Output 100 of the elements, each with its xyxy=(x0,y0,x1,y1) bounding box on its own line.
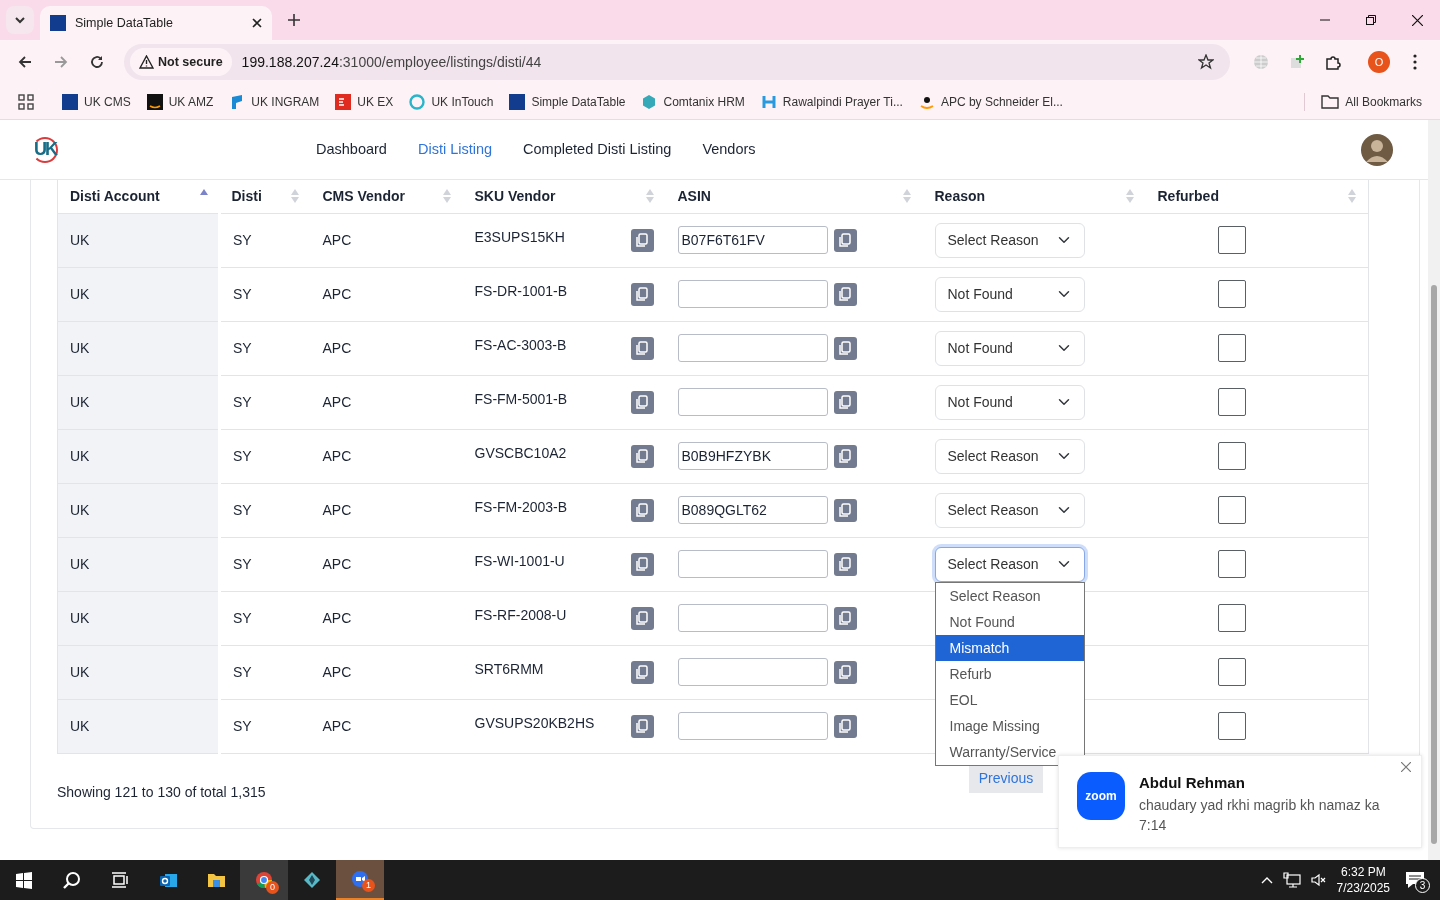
copy-button[interactable] xyxy=(630,444,654,468)
asin-field[interactable]: B07F6T61FV xyxy=(677,226,828,254)
checkbox[interactable] xyxy=(1217,658,1246,686)
network-icon[interactable] xyxy=(1282,872,1301,888)
checkbox[interactable] xyxy=(1217,388,1246,416)
reason-select[interactable]: Select Reason xyxy=(934,222,1085,258)
dropdown-option[interactable]: EOL xyxy=(935,686,1084,713)
menu-icon[interactable] xyxy=(1413,54,1417,70)
asin-field[interactable] xyxy=(677,712,828,740)
dropdown-option[interactable]: Not Found xyxy=(935,608,1084,635)
bookmark[interactable]: APC by Schneider El... xyxy=(910,92,1071,111)
chevron-up-icon[interactable] xyxy=(1260,876,1273,884)
asin-field[interactable]: B089QGLT62 xyxy=(677,496,828,524)
bookmark[interactable]: UK InTouch xyxy=(401,92,502,111)
star-icon[interactable] xyxy=(1198,54,1214,70)
avatar[interactable] xyxy=(1361,133,1393,166)
reason-select[interactable]: Not Found xyxy=(934,384,1085,420)
speaker-muted-icon[interactable] xyxy=(1310,873,1327,887)
asin-field[interactable] xyxy=(677,550,828,578)
tab-search-button[interactable] xyxy=(6,6,34,34)
restore-icon[interactable] xyxy=(1366,15,1376,25)
copy-button[interactable] xyxy=(833,498,857,522)
checkbox[interactable] xyxy=(1217,604,1246,632)
close-icon[interactable] xyxy=(1411,14,1423,26)
asin-field[interactable] xyxy=(677,658,828,686)
copy-button[interactable] xyxy=(833,714,857,738)
notification-center-button[interactable]: 3 xyxy=(1400,865,1430,895)
dropdown-option[interactable]: Refurb xyxy=(935,660,1084,687)
checkbox[interactable] xyxy=(1217,334,1246,362)
column-header[interactable]: Disti xyxy=(231,185,262,207)
scrollbar[interactable] xyxy=(1428,120,1440,860)
bookmark[interactable]: Simple DataTable xyxy=(501,92,634,111)
taskbar-app[interactable]: 1 xyxy=(336,860,384,900)
address-bar[interactable]: Not secure 199.188.207.24:31000/employee/listings/disti/44 xyxy=(124,44,1230,80)
copy-button[interactable] xyxy=(630,498,654,522)
copy-button[interactable] xyxy=(833,390,857,414)
bookmark[interactable]: Rawalpindi Prayer Ti... xyxy=(752,92,911,111)
copy-button[interactable] xyxy=(630,606,654,630)
reason-select[interactable]: Not Found xyxy=(934,330,1085,366)
bookmark[interactable]: Comtanix HRM xyxy=(633,92,753,111)
apps-grid-icon[interactable] xyxy=(18,93,34,110)
dropdown-option[interactable]: Mismatch xyxy=(935,634,1084,661)
extension-plus-icon[interactable] xyxy=(1289,54,1305,70)
browser-tab[interactable]: Simple DataTable xyxy=(40,6,272,40)
column-header[interactable]: Reason xyxy=(934,185,986,207)
nav-link[interactable]: Disti Listing xyxy=(417,138,493,161)
logo[interactable]: UK xyxy=(32,136,58,163)
column-header[interactable]: CMS Vendor xyxy=(322,185,405,207)
copy-button[interactable] xyxy=(833,552,857,576)
copy-button[interactable] xyxy=(833,228,857,252)
back-icon[interactable] xyxy=(18,55,32,69)
checkbox[interactable] xyxy=(1217,550,1246,578)
dropdown-option[interactable]: Select Reason xyxy=(935,582,1084,609)
column-header[interactable]: Disti Account xyxy=(70,185,160,207)
column-header[interactable]: ASIN xyxy=(677,185,711,207)
checkbox[interactable] xyxy=(1217,712,1246,740)
asin-field[interactable] xyxy=(677,388,828,416)
copy-button[interactable] xyxy=(833,606,857,630)
column-header[interactable]: Refurbed xyxy=(1157,185,1219,207)
new-tab-icon[interactable] xyxy=(288,14,300,26)
bookmark[interactable]: UK AMZ xyxy=(138,92,222,111)
nav-link[interactable]: Dashboard xyxy=(316,138,387,161)
copy-button[interactable] xyxy=(833,336,857,360)
bookmark[interactable]: UK EX xyxy=(327,92,402,111)
copy-button[interactable] xyxy=(833,660,857,684)
checkbox[interactable] xyxy=(1217,442,1246,470)
asin-field[interactable] xyxy=(677,604,828,632)
reason-select[interactable]: Select Reason xyxy=(934,438,1085,474)
close-icon[interactable] xyxy=(252,18,262,28)
reason-select[interactable]: Select Reason xyxy=(934,546,1085,582)
dropdown-option[interactable]: Image Missing xyxy=(935,712,1084,739)
puzzle-icon[interactable] xyxy=(1325,54,1341,70)
copy-button[interactable] xyxy=(630,552,654,576)
copy-button[interactable] xyxy=(630,390,654,414)
all-bookmarks[interactable]: All Bookmarks xyxy=(1304,92,1430,111)
dropdown-option[interactable]: Warranty/Service xyxy=(935,738,1084,765)
copy-button[interactable] xyxy=(833,444,857,468)
asin-field[interactable] xyxy=(677,280,828,308)
checkbox[interactable] xyxy=(1217,280,1246,308)
bookmark[interactable]: UK INGRAM xyxy=(221,92,328,111)
taskbar-app[interactable]: 0 xyxy=(240,860,288,900)
reason-select[interactable]: Not Found xyxy=(934,276,1085,312)
copy-button[interactable] xyxy=(630,336,654,360)
asin-field[interactable] xyxy=(677,334,828,362)
checkbox[interactable] xyxy=(1217,496,1246,524)
bookmark[interactable]: UK CMS xyxy=(54,92,139,111)
nav-link[interactable]: Vendors xyxy=(702,138,756,161)
reason-select[interactable]: Select Reason xyxy=(934,492,1085,528)
reload-icon[interactable] xyxy=(90,55,104,69)
copy-button[interactable] xyxy=(833,282,857,306)
asin-field[interactable]: B0B9HFZYBK xyxy=(677,442,828,470)
copy-button[interactable] xyxy=(630,660,654,684)
checkbox[interactable] xyxy=(1217,226,1246,254)
copy-button[interactable] xyxy=(630,714,654,738)
copy-button[interactable] xyxy=(630,228,654,252)
nav-link[interactable]: Completed Disti Listing xyxy=(523,138,672,161)
column-header[interactable]: SKU Vendor xyxy=(474,185,556,207)
profile-avatar[interactable]: O xyxy=(1368,51,1390,73)
copy-button[interactable] xyxy=(630,282,654,306)
forward-icon[interactable] xyxy=(54,55,68,69)
